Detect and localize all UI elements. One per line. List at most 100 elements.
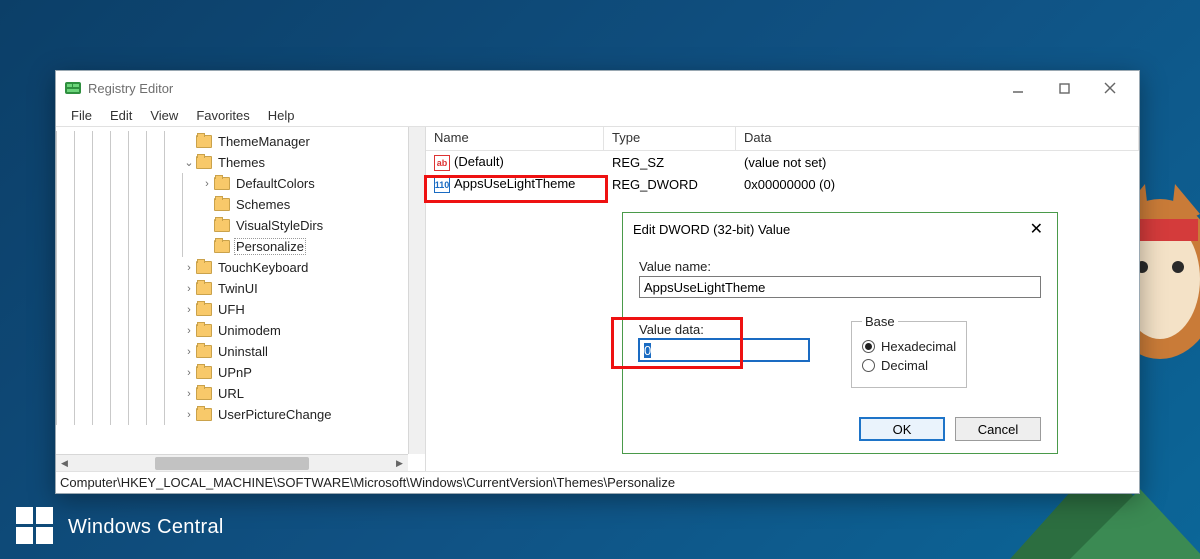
reg-sz-icon: ab (434, 155, 450, 171)
value-name-input[interactable] (639, 276, 1041, 298)
menu-bar: File Edit View Favorites Help (56, 105, 1139, 127)
folder-icon (214, 198, 230, 211)
menu-favorites[interactable]: Favorites (187, 106, 258, 125)
radio-icon (862, 340, 875, 353)
col-header-type[interactable]: Type (604, 127, 736, 150)
value-row[interactable]: 110AppsUseLightThemeREG_DWORD0x00000000 … (426, 173, 1139, 195)
tree-node[interactable]: › DefaultColors (56, 173, 425, 194)
tree-hscrollbar[interactable]: ◀ ▶ (56, 454, 408, 471)
window-title: Registry Editor (88, 81, 173, 96)
tree-label[interactable]: Uninstall (216, 344, 270, 359)
folder-icon (196, 303, 212, 316)
reg-dword-icon: 110 (434, 177, 450, 193)
windows-logo-icon (16, 507, 56, 547)
tree-node[interactable]: › Uninstall (56, 341, 425, 362)
tree-node[interactable]: › UFH (56, 299, 425, 320)
chevron-right-icon[interactable]: › (182, 304, 196, 316)
tree-node[interactable]: › UserPictureChange (56, 404, 425, 425)
col-header-name[interactable]: Name (426, 127, 604, 150)
label-value-name: Value name: (639, 259, 1041, 274)
edit-dword-dialog: Edit DWORD (32-bit) Value ✕ Value name: … (622, 212, 1058, 454)
minimize-button[interactable] (995, 73, 1041, 103)
folder-icon (196, 261, 212, 274)
watermark-text: Windows Central (68, 516, 224, 539)
titlebar[interactable]: Registry Editor (56, 71, 1139, 105)
tree-pane[interactable]: ThemeManager⌄Themes›DefaultColorsSchemes… (56, 127, 426, 471)
folder-icon (196, 324, 212, 337)
dialog-close-icon[interactable]: ✕ (1026, 215, 1047, 243)
tree-label[interactable]: Themes (216, 155, 267, 170)
tree-label[interactable]: TwinUI (216, 281, 260, 296)
chevron-right-icon[interactable]: › (182, 346, 196, 358)
folder-icon (214, 177, 230, 190)
tree-node[interactable]: › TouchKeyboard (56, 257, 425, 278)
tree-node[interactable]: › UPnP (56, 362, 425, 383)
value-data: 0x00000000 (0) (736, 177, 1139, 192)
status-path: Computer\HKEY_LOCAL_MACHINE\SOFTWARE\Mic… (60, 475, 675, 490)
tree-label[interactable]: UPnP (216, 365, 254, 380)
folder-icon (196, 387, 212, 400)
folder-icon (214, 240, 230, 253)
tree-label[interactable]: ThemeManager (216, 134, 312, 149)
menu-edit[interactable]: Edit (101, 106, 141, 125)
tree-label[interactable]: UFH (216, 302, 247, 317)
folder-icon (196, 366, 212, 379)
chevron-right-icon[interactable]: › (182, 325, 196, 337)
tree-label[interactable]: Unimodem (216, 323, 283, 338)
folder-icon (196, 408, 212, 421)
value-row[interactable]: ab (Default) REG_SZ(value not set) (426, 151, 1139, 173)
value-type: REG_SZ (604, 155, 736, 170)
chevron-right-icon[interactable]: › (182, 409, 196, 421)
col-header-data[interactable]: Data (736, 127, 1139, 150)
radio-decimal[interactable]: Decimal (862, 358, 956, 373)
status-bar: Computer\HKEY_LOCAL_MACHINE\SOFTWARE\Mic… (56, 471, 1139, 493)
ok-button[interactable]: OK (859, 417, 945, 441)
radio-hexadecimal[interactable]: Hexadecimal (862, 339, 956, 354)
base-fieldset: Base Hexadecimal Decimal (851, 314, 967, 388)
cancel-button[interactable]: Cancel (955, 417, 1041, 441)
tree-label[interactable]: VisualStyleDirs (234, 218, 325, 233)
tree-node[interactable]: Personalize (56, 236, 425, 257)
label-value-data: Value data: (639, 322, 809, 337)
value-type: REG_DWORD (604, 177, 736, 192)
folder-icon (214, 219, 230, 232)
tree-node[interactable]: ⌄ Themes (56, 152, 425, 173)
values-header[interactable]: Name Type Data (426, 127, 1139, 151)
radio-icon (862, 359, 875, 372)
hscroll-thumb[interactable] (155, 457, 310, 470)
tree-label[interactable]: Schemes (234, 197, 292, 212)
tree-node[interactable]: › TwinUI (56, 278, 425, 299)
chevron-right-icon[interactable]: › (182, 388, 196, 400)
watermark: Windows Central (16, 507, 224, 547)
maximize-button[interactable] (1041, 73, 1087, 103)
chevron-right-icon[interactable]: › (182, 262, 196, 274)
value-data: (value not set) (736, 155, 1139, 170)
chevron-right-icon[interactable]: › (182, 367, 196, 379)
tree-node[interactable]: › URL (56, 383, 425, 404)
tree-node[interactable]: VisualStyleDirs (56, 215, 425, 236)
tree-vscrollbar[interactable] (408, 127, 425, 454)
value-name: (Default) (454, 154, 504, 169)
tree-label[interactable]: Personalize (234, 238, 306, 255)
menu-view[interactable]: View (141, 106, 187, 125)
folder-icon (196, 135, 212, 148)
chevron-right-icon[interactable]: › (182, 283, 196, 295)
scroll-left-icon[interactable]: ◀ (56, 455, 73, 471)
tree-node[interactable]: ThemeManager (56, 131, 425, 152)
tree-label[interactable]: TouchKeyboard (216, 260, 310, 275)
scroll-right-icon[interactable]: ▶ (391, 455, 408, 471)
tree-label[interactable]: URL (216, 386, 246, 401)
menu-help[interactable]: Help (259, 106, 304, 125)
folder-icon (196, 282, 212, 295)
chevron-down-icon[interactable]: ⌄ (182, 156, 196, 169)
folder-icon (196, 345, 212, 358)
close-button[interactable] (1087, 73, 1133, 103)
chevron-right-icon[interactable]: › (200, 178, 214, 190)
tree-label[interactable]: DefaultColors (234, 176, 317, 191)
tree-node[interactable]: › Unimodem (56, 320, 425, 341)
tree-label[interactable]: UserPictureChange (216, 407, 333, 422)
menu-file[interactable]: File (62, 106, 101, 125)
value-data-input[interactable] (639, 339, 809, 361)
tree-node[interactable]: Schemes (56, 194, 425, 215)
dialog-title: Edit DWORD (32-bit) Value (633, 222, 790, 237)
